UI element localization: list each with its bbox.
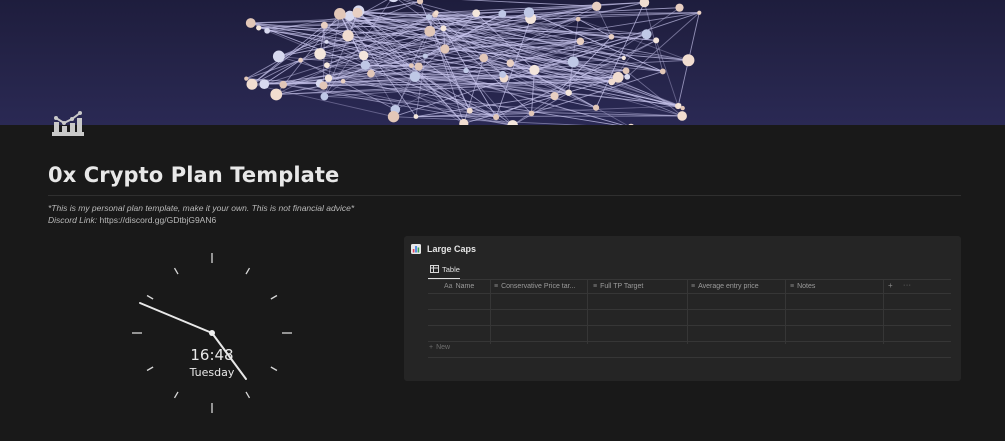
clock-time: 16:48 [190,346,233,364]
table-new-row-border [428,357,951,358]
database-title-text: Large Caps [427,244,477,254]
clock-center-dot [209,330,215,336]
discord-label: Discord Link: [48,215,98,225]
tab-table-view[interactable]: Table [428,262,462,276]
add-property-button[interactable]: + [888,279,893,293]
clock-day: Tuesday [189,366,235,379]
clock-tick [173,267,179,275]
chart-icon[interactable] [50,110,86,138]
lines-property-icon: ≡ [691,282,696,290]
column-header-name[interactable]: Aa Name [444,279,488,293]
network-links [246,0,700,125]
column-divider [687,279,688,344]
clock-tick [270,294,278,300]
discord-link[interactable]: https://discord.gg/GDtbjG9AN6 [100,215,217,225]
network-sphere-graphic [244,0,702,125]
bar-chart-icon [411,244,421,254]
table-row-border [428,325,951,326]
column-label: Full TP Target [600,282,644,290]
column-label: Conservative Price tar... [501,282,576,290]
clock-tick [270,366,278,372]
tab-table-label: Table [442,264,460,274]
lines-property-icon: ≡ [593,282,598,290]
column-label: Average entry price [698,282,759,290]
cover-image [0,0,1005,125]
plus-icon: + [429,344,434,351]
page-title[interactable]: 0x Crypto Plan Template [48,163,339,187]
column-label: Name [455,282,475,290]
column-divider [883,279,884,344]
text-property-icon: Aa [444,282,453,290]
new-row-label: New [436,344,451,351]
clock-tick [146,366,154,372]
lines-property-icon: ≡ [494,282,499,290]
column-divider [490,279,491,344]
column-header-conservative-price[interactable]: ≡ Conservative Price tar... [494,279,585,293]
clock-hour-hand [139,302,213,334]
table-row-border [428,341,951,342]
column-header-full-tp-target[interactable]: ≡ Full TP Target [593,279,685,293]
clock-tick [245,391,251,399]
column-divider [785,279,786,344]
database-title[interactable]: Large Caps [411,244,476,254]
more-options-button[interactable]: ··· [903,279,912,293]
clock-tick [245,267,251,275]
lines-property-icon: ≡ [790,282,795,290]
clock-widget: 16:48 Tuesday [132,253,292,413]
column-header-notes[interactable]: ≡ Notes [790,279,880,293]
discord-line: Discord Link: https://discord.gg/GDtbjG9… [48,215,216,225]
table-header-border [428,293,951,294]
table-icon [430,265,439,273]
clock-tick [146,294,154,300]
table-row-border [428,309,951,310]
new-row-button[interactable]: + New [429,344,450,351]
disclaimer-text: *This is my personal plan template, make… [48,203,355,213]
column-label: Notes [797,282,816,290]
large-caps-database: Large Caps Table Aa Name ≡ Conservative … [404,236,961,381]
column-header-average-entry-price[interactable]: ≡ Average entry price [691,279,783,293]
title-divider [48,195,961,196]
column-divider [587,279,588,344]
clock-tick [173,391,179,399]
